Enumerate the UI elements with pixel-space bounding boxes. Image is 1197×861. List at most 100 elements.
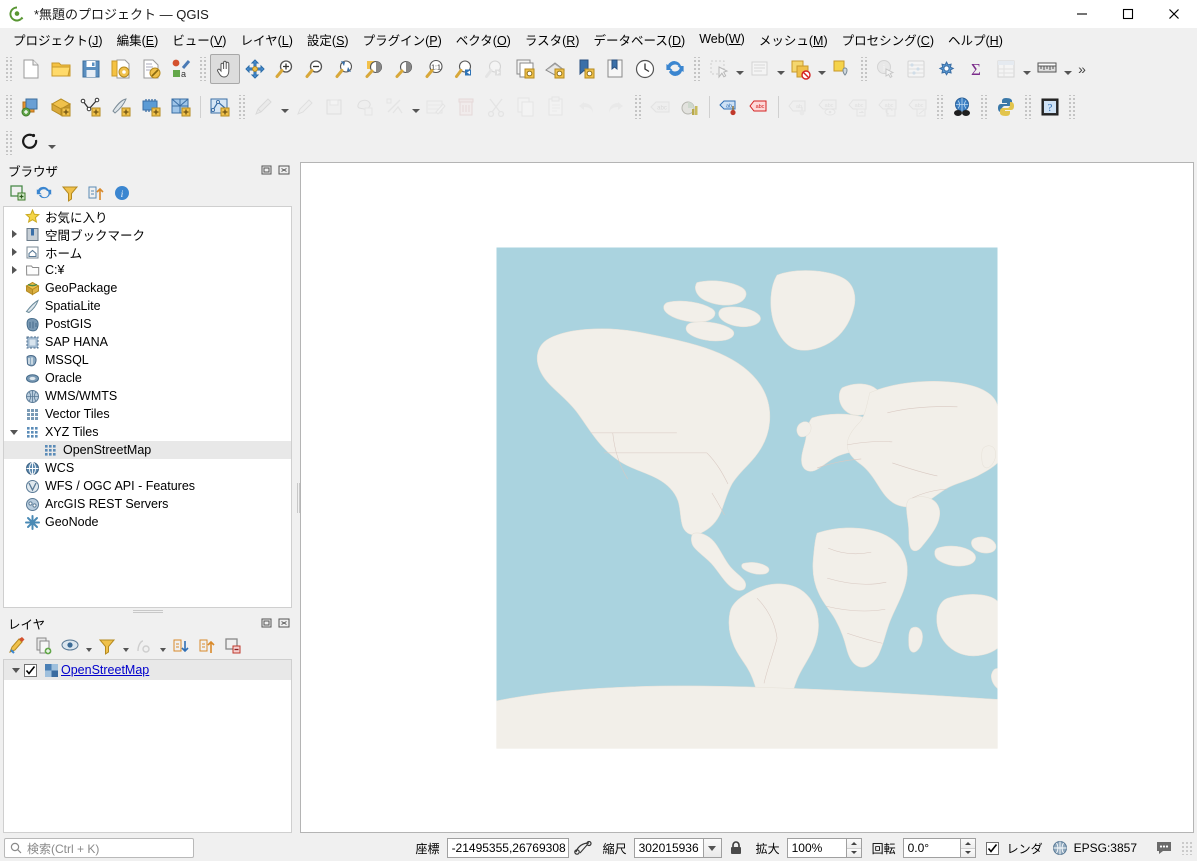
attribute-table-dropdown[interactable] — [1021, 54, 1032, 84]
browser-undock-icon[interactable] — [260, 163, 274, 177]
chevron-right-icon[interactable] — [6, 266, 22, 274]
magnifier-value[interactable]: 100% — [786, 838, 847, 858]
select-features-button[interactable] — [704, 54, 734, 84]
deselect-dropdown[interactable] — [816, 54, 827, 84]
pin-labels-button[interactable]: ab — [714, 92, 744, 122]
georeferencer-button[interactable] — [16, 128, 46, 158]
rotation-spinner[interactable]: 0.0° — [902, 838, 976, 858]
new-project-button[interactable] — [16, 54, 46, 84]
browser-item[interactable]: PostGIS — [4, 315, 291, 333]
zoom-in-button[interactable] — [270, 54, 300, 84]
browser-item[interactable]: ArcGIS REST Servers — [4, 495, 291, 513]
add-delimited-text-layer-button[interactable] — [106, 92, 136, 122]
add-virtual-layer-button[interactable] — [166, 92, 196, 122]
menu-edit[interactable]: 編集(E) — [110, 28, 166, 51]
toggle-editing-button[interactable] — [290, 92, 320, 122]
manage-map-themes-button[interactable] — [58, 635, 82, 657]
zoom-to-selection-button[interactable] — [360, 54, 390, 84]
layers-close-icon[interactable] — [277, 616, 291, 630]
select-by-value-dropdown[interactable] — [775, 54, 786, 84]
toolbar-handle[interactable] — [634, 95, 642, 119]
toolbar-handle[interactable] — [860, 57, 868, 81]
browser-item[interactable]: Oracle — [4, 369, 291, 387]
new-shapefile-layer-button[interactable] — [205, 92, 235, 122]
crs-globe-icon[interactable] — [1050, 838, 1070, 858]
menu-view[interactable]: ビュー(V) — [165, 28, 233, 51]
browser-item[interactable]: ホーム — [4, 243, 291, 261]
current-edits-button[interactable] — [249, 92, 279, 122]
toolbar-handle[interactable] — [5, 131, 13, 155]
highlight-labels-button[interactable]: abc — [744, 92, 774, 122]
collapse-all-button[interactable] — [195, 635, 219, 657]
expand-all-button[interactable] — [169, 635, 193, 657]
browser-item[interactable]: C:¥ — [4, 261, 291, 279]
magnifier-spin-buttons[interactable] — [846, 838, 862, 858]
new-3d-map-view-button[interactable] — [540, 54, 570, 84]
save-project-as-button[interactable] — [106, 54, 136, 84]
copy-features-button[interactable] — [511, 92, 541, 122]
add-mesh-layer-button[interactable] — [136, 92, 166, 122]
toolbar-handle[interactable] — [5, 57, 13, 81]
browser-item[interactable]: SAP HANA — [4, 333, 291, 351]
field-calculator-button[interactable]: Σ — [961, 54, 991, 84]
map-canvas[interactable] — [300, 162, 1194, 833]
vertex-tool-button[interactable] — [380, 92, 410, 122]
identify-button[interactable]: i — [871, 54, 901, 84]
add-feature-button[interactable] — [350, 92, 380, 122]
lock-icon[interactable] — [726, 838, 746, 858]
browser-item[interactable]: XYZ Tiles — [4, 423, 291, 441]
show-hide-labels-button[interactable]: abc — [813, 92, 843, 122]
toolbar-handle[interactable] — [1068, 95, 1076, 119]
statistical-summary-button[interactable] — [901, 54, 931, 84]
modify-attributes-button[interactable] — [421, 92, 451, 122]
browser-item[interactable]: OpenStreetMap — [4, 441, 291, 459]
resize-grip[interactable] — [1181, 841, 1193, 855]
redo-button[interactable] — [601, 92, 631, 122]
layers-tree[interactable]: OpenStreetMap — [3, 659, 292, 833]
save-layer-edits-button[interactable] — [320, 92, 350, 122]
menu-mesh[interactable]: メッシュ(M) — [752, 28, 835, 51]
layer-visibility-checkbox[interactable] — [24, 663, 37, 677]
toolbar-handle[interactable] — [936, 95, 944, 119]
chevron-right-icon[interactable] — [6, 230, 22, 238]
layer-row[interactable]: OpenStreetMap — [4, 660, 291, 680]
current-edits-dropdown[interactable] — [279, 92, 290, 122]
browser-close-icon[interactable] — [277, 163, 291, 177]
chevron-down-icon[interactable] — [8, 667, 24, 673]
zoom-next-button[interactable] — [480, 54, 510, 84]
browser-item[interactable]: WCS — [4, 459, 291, 477]
select-features-dropdown[interactable] — [734, 54, 745, 84]
browser-item[interactable]: SpatiaLite — [4, 297, 291, 315]
browser-item[interactable]: GeoPackage — [4, 279, 291, 297]
filter-legend-expression-button[interactable] — [132, 635, 156, 657]
refresh-button[interactable] — [660, 54, 690, 84]
render-checkbox[interactable] — [985, 841, 999, 855]
identify-features-button[interactable] — [827, 54, 857, 84]
browser-item[interactable]: WMS/WMTS — [4, 387, 291, 405]
change-label-button[interactable]: abc — [873, 92, 903, 122]
vertex-tool-dropdown[interactable] — [410, 92, 421, 122]
delete-selected-button[interactable] — [451, 92, 481, 122]
browser-item[interactable]: 空間ブックマーク — [4, 225, 291, 243]
collapse-all-button[interactable] — [84, 182, 108, 204]
add-selected-layers-button[interactable] — [6, 182, 30, 204]
filter-browser-button[interactable] — [58, 182, 82, 204]
show-properties-button[interactable]: i — [110, 182, 134, 204]
georeferencer-dropdown[interactable] — [46, 128, 57, 158]
coordinate-field[interactable]: -21495355,26769308 — [446, 838, 569, 858]
python-console-button[interactable] — [991, 92, 1021, 122]
close-button[interactable] — [1151, 0, 1197, 28]
new-bookmark-button[interactable] — [570, 54, 600, 84]
new-print-layout-button[interactable] — [136, 54, 166, 84]
menu-project[interactable]: プロジェクト(J) — [6, 28, 110, 51]
chevron-right-icon[interactable] — [6, 248, 22, 256]
browser-item[interactable]: GeoNode — [4, 513, 291, 531]
toolbar-handle[interactable] — [693, 57, 701, 81]
menu-web[interactable]: Web(W) — [692, 30, 752, 48]
rotation-spin-buttons[interactable] — [960, 838, 976, 858]
zoom-out-button[interactable] — [300, 54, 330, 84]
browser-item[interactable]: Vector Tiles — [4, 405, 291, 423]
messages-icon[interactable] — [1154, 838, 1174, 858]
processing-toolbox-button[interactable] — [931, 54, 961, 84]
toolbar-overflow-button[interactable]: » — [1073, 54, 1091, 84]
